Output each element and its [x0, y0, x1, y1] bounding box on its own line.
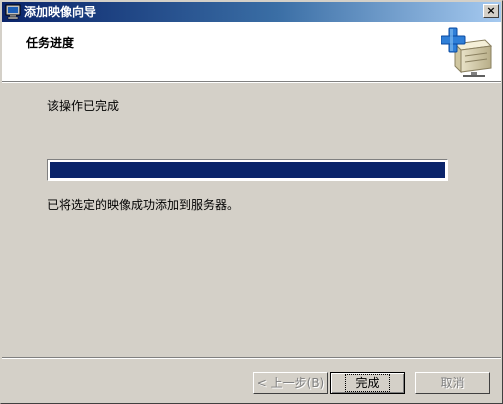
finish-button[interactable]: 完成	[330, 372, 405, 394]
finish-button-label: 完成	[345, 374, 390, 392]
progress-bar	[47, 159, 448, 181]
page-title: 任务进度	[26, 36, 75, 50]
window-title: 添加映像向导	[24, 5, 97, 19]
cancel-button[interactable]: 取消	[415, 372, 490, 394]
footer-divider	[2, 357, 501, 359]
wizard-header: 任务进度	[2, 22, 501, 81]
back-button[interactable]: < 上一步(B)	[253, 372, 328, 394]
add-image-server-icon	[441, 27, 493, 77]
monitor-icon	[5, 4, 21, 20]
close-button[interactable]: ×	[483, 4, 499, 18]
progress-fill	[50, 162, 445, 178]
wizard-window: 添加映像向导 × 任务进度 该操作已完成 已将选定的映像成功添加到服务器。 < …	[0, 0, 503, 404]
close-icon: ×	[486, 4, 496, 17]
header-divider	[2, 81, 501, 83]
result-message: 已将选定的映像成功添加到服务器。	[47, 198, 240, 212]
operation-status: 该操作已完成	[47, 99, 120, 113]
title-bar[interactable]: 添加映像向导 ×	[2, 2, 501, 22]
